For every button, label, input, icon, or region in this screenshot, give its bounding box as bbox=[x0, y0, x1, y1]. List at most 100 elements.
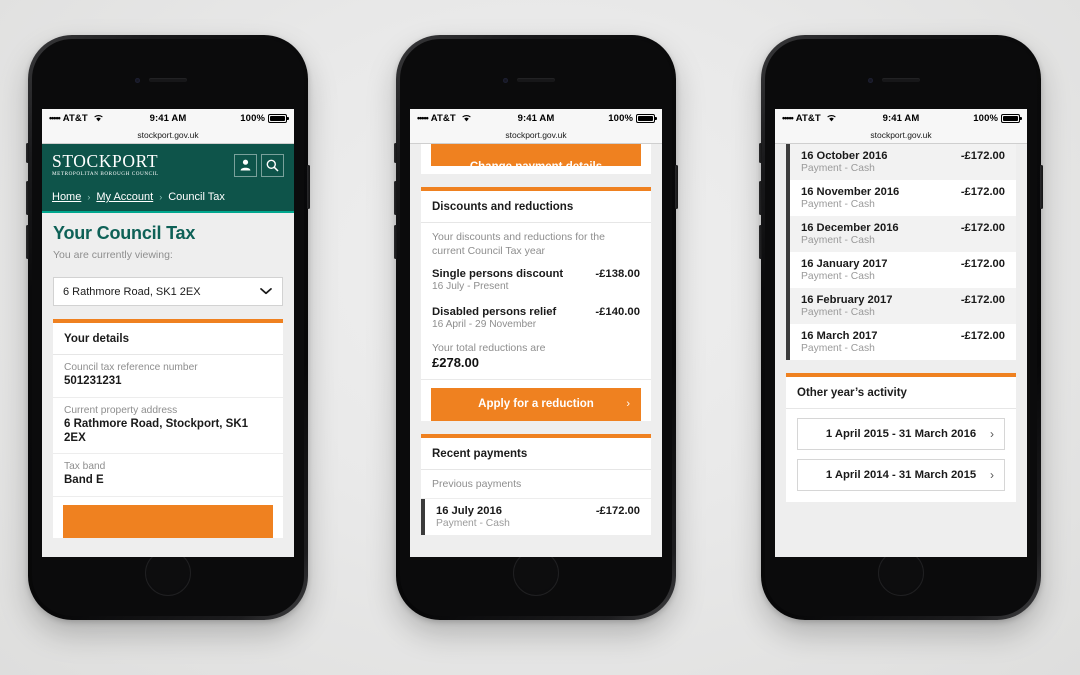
browser-url-bar[interactable]: stockport.gov.uk bbox=[410, 127, 662, 144]
payment-date: 16 October 2016 bbox=[801, 150, 888, 162]
other-years-activity-card: Other year’s activity 1 April 2015 - 31 … bbox=[786, 373, 1016, 502]
discount-amount: -£140.00 bbox=[595, 305, 640, 318]
payment-amount: -£172.00 bbox=[595, 504, 640, 517]
discounts-and-reductions-card: Discounts and reductions Your discounts … bbox=[421, 187, 651, 421]
table-row[interactable]: 16 October 2016 Payment - Cash -£172.00 bbox=[786, 144, 1016, 180]
address-select-value: 6 Rathmore Road, SK1 2EX bbox=[63, 285, 201, 298]
payment-date: 16 February 2017 bbox=[801, 294, 893, 306]
carrier-label: AT&T bbox=[795, 112, 821, 124]
chevron-right-icon: › bbox=[626, 398, 630, 411]
apply-for-reduction-button[interactable]: Apply for a reduction › bbox=[431, 387, 641, 421]
payment-info: 16 December 2016 Payment - Cash bbox=[801, 222, 899, 246]
page-content-1: STOCKPORT METROPOLITAN BOROUGH COUNCIL H… bbox=[42, 144, 294, 557]
clock-label: 9:41 AM bbox=[882, 112, 920, 124]
title-block: Your Council Tax You are currently viewi… bbox=[42, 213, 294, 271]
discounts-intro-text: Your discounts and reductions for the cu… bbox=[432, 231, 605, 257]
status-left: ••••• AT&T bbox=[417, 113, 518, 124]
detail-label: Current property address bbox=[64, 404, 178, 416]
battery-icon bbox=[636, 113, 657, 123]
card-title: Your details bbox=[53, 323, 283, 356]
stockport-logo[interactable]: STOCKPORT METROPOLITAN BOROUGH COUNCIL bbox=[52, 152, 159, 177]
card-cta-button-cut[interactable] bbox=[63, 504, 273, 538]
battery-percent-label: 100% bbox=[608, 112, 633, 124]
payment-date: 16 January 2017 bbox=[801, 258, 888, 270]
card-title: Discounts and reductions bbox=[421, 191, 651, 223]
front-camera-icon bbox=[868, 78, 873, 83]
payment-info: 16 November 2016 Payment - Cash bbox=[801, 186, 899, 210]
browser-url-bar[interactable]: stockport.gov.uk bbox=[775, 127, 1027, 144]
viewing-label: You are currently viewing: bbox=[53, 249, 173, 262]
phone-device-2: ••••• AT&T 9:41 AM 100% stockport.gov.uk bbox=[394, 35, 678, 620]
status-right: 100% bbox=[186, 113, 289, 124]
power-button[interactable] bbox=[1040, 165, 1043, 209]
mute-switch[interactable] bbox=[394, 143, 397, 163]
discount-dates: 16 July - Present bbox=[432, 280, 509, 292]
change-payment-details-button[interactable]: Change payment details bbox=[431, 144, 641, 166]
table-row[interactable]: 16 March 2017 Payment - Cash -£172.00 bbox=[786, 324, 1016, 360]
payment-amount: -£172.00 bbox=[960, 222, 1005, 234]
status-right: 100% bbox=[919, 112, 1022, 124]
chevron-down-icon bbox=[260, 282, 272, 300]
breadcrumb-item-home[interactable]: Home bbox=[52, 191, 81, 203]
detail-row-tax-band: Tax band Band E bbox=[53, 454, 283, 497]
table-row[interactable]: 16 February 2017 Payment - Cash -£172.00 bbox=[786, 288, 1016, 324]
signal-strength-icon: ••••• bbox=[49, 113, 61, 123]
phone-body-1: ••••• AT&T 9:41 AM 100% stockport.gov.uk bbox=[32, 39, 304, 616]
clock-label: 9:41 AM bbox=[149, 112, 187, 124]
discount-head: Single persons discount -£138.00 bbox=[432, 268, 640, 280]
volume-up-button[interactable] bbox=[759, 181, 762, 215]
discount-name: Disabled persons relief bbox=[432, 305, 557, 318]
volume-up-button[interactable] bbox=[394, 181, 397, 215]
breadcrumb-item-my-account[interactable]: My Account bbox=[96, 191, 153, 203]
breadcrumb-separator-icon: › bbox=[87, 192, 91, 203]
mute-switch[interactable] bbox=[26, 143, 29, 163]
volume-down-button[interactable] bbox=[394, 225, 397, 259]
change-payment-details-label: Change payment details bbox=[470, 161, 602, 166]
mute-switch[interactable] bbox=[759, 143, 762, 163]
detail-row-reference: Council tax reference number 501231231 bbox=[53, 355, 283, 398]
breadcrumb-item-council-tax: Council Tax bbox=[168, 191, 225, 204]
payment-info: 16 March 2017 Payment - Cash bbox=[801, 330, 878, 354]
year-button-2014-2015[interactable]: 1 April 2014 - 31 March 2015 › bbox=[797, 459, 1005, 491]
table-row[interactable]: 16 December 2016 Payment - Cash -£172.00 bbox=[786, 216, 1016, 252]
carrier-label: AT&T bbox=[62, 112, 88, 124]
discount-row-single-persons: Single persons discount -£138.00 16 July… bbox=[421, 261, 651, 299]
account-button[interactable] bbox=[234, 153, 257, 177]
front-camera-icon bbox=[503, 78, 508, 83]
site-header: STOCKPORT METROPOLITAN BOROUGH COUNCIL bbox=[42, 144, 294, 186]
detail-label: Council tax reference number bbox=[64, 362, 198, 374]
phone-device-3: ••••• AT&T 9:41 AM 100% stockport.gov.uk bbox=[759, 35, 1043, 620]
screen-2: ••••• AT&T 9:41 AM 100% stockport.gov.uk bbox=[410, 109, 662, 557]
browser-url-bar[interactable]: stockport.gov.uk bbox=[42, 127, 294, 144]
wifi-icon bbox=[93, 113, 104, 124]
payment-info: 16 February 2017 Payment - Cash bbox=[801, 294, 892, 318]
screen-3: ••••• AT&T 9:41 AM 100% stockport.gov.uk bbox=[775, 109, 1027, 557]
signal-strength-icon: ••••• bbox=[417, 113, 429, 123]
breadcrumb-separator-icon: › bbox=[159, 192, 163, 203]
address-select[interactable]: 6 Rathmore Road, SK1 2EX bbox=[53, 277, 283, 307]
detail-value: 6 Rathmore Road, Stockport, SK1 2EX bbox=[64, 417, 249, 444]
table-row[interactable]: 16 July 2016 Payment - Cash -£172.00 bbox=[421, 498, 651, 535]
search-button[interactable] bbox=[261, 153, 284, 177]
table-row[interactable]: 16 November 2016 Payment - Cash -£172.00 bbox=[786, 180, 1016, 216]
volume-down-button[interactable] bbox=[759, 225, 762, 259]
year-button-2015-2016[interactable]: 1 April 2015 - 31 March 2016 › bbox=[797, 418, 1005, 450]
phone-body-3: ••••• AT&T 9:41 AM 100% stockport.gov.uk bbox=[765, 39, 1037, 616]
volume-up-button[interactable] bbox=[26, 181, 29, 215]
table-row[interactable]: 16 January 2017 Payment - Cash -£172.00 bbox=[786, 252, 1016, 288]
volume-down-button[interactable] bbox=[26, 225, 29, 259]
clock-label: 9:41 AM bbox=[517, 112, 555, 124]
status-left: ••••• AT&T bbox=[49, 113, 150, 124]
power-button[interactable] bbox=[307, 165, 310, 209]
payment-method: Payment - Cash bbox=[801, 199, 875, 210]
phone-device-1: ••••• AT&T 9:41 AM 100% stockport.gov.uk bbox=[26, 35, 310, 620]
power-button[interactable] bbox=[675, 165, 678, 209]
payment-date: 16 December 2016 bbox=[801, 222, 899, 234]
payments-list: 16 October 2016 Payment - Cash -£172.00 … bbox=[786, 144, 1016, 360]
your-details-card: Your details Council tax reference numbe… bbox=[53, 319, 283, 538]
payment-method: Payment - Cash bbox=[801, 271, 875, 282]
earpiece-speaker bbox=[149, 78, 187, 82]
detail-value: 501231231 bbox=[64, 375, 122, 388]
battery-percent-label: 100% bbox=[973, 112, 998, 124]
page-title: Your Council Tax bbox=[53, 223, 196, 244]
